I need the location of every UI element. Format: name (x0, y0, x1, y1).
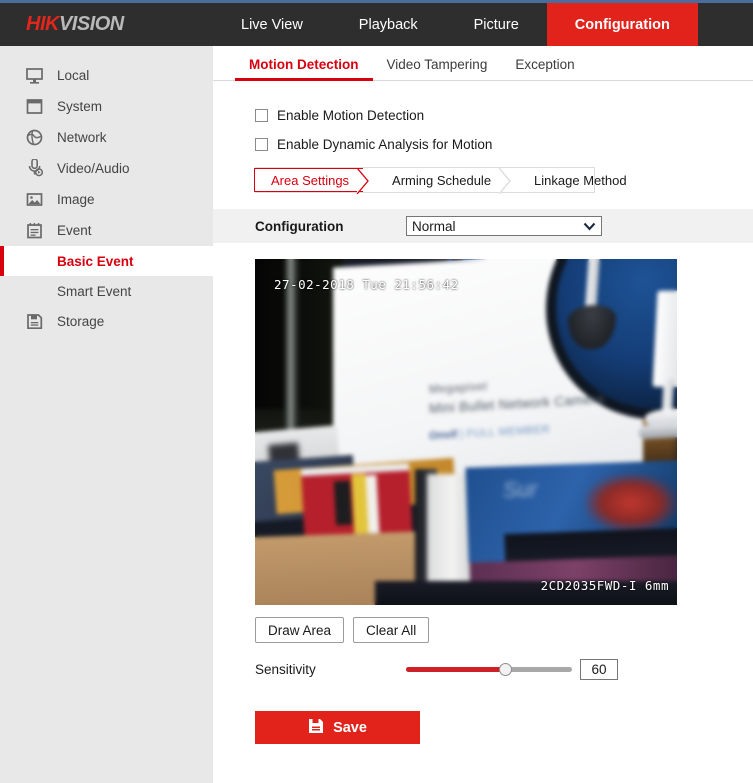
window-icon (24, 97, 44, 117)
save-button[interactable]: Save (255, 711, 420, 744)
chevron-separator-icon (505, 168, 518, 192)
nav-picture[interactable]: Picture (446, 3, 547, 46)
chevron-tab-arming-schedule[interactable]: Arming Schedule (376, 168, 505, 192)
tab-exception[interactable]: Exception (501, 57, 588, 80)
sub-tab-bar: Motion Detection Video Tampering Excepti… (213, 46, 753, 81)
sidebar-item-image[interactable]: Image (0, 184, 213, 215)
sensitivity-value-input[interactable]: 60 (580, 659, 618, 680)
logo-text-vision: VISION (59, 13, 124, 35)
floppy-disk-icon (308, 718, 324, 738)
video-osd-model: 2CD2035FWD-I 6mm (541, 578, 669, 593)
sidebar-item-event[interactable]: Event (0, 215, 213, 246)
sidebar-item-basic-event[interactable]: Basic Event (0, 246, 213, 276)
enable-dynamic-analysis-row[interactable]: Enable Dynamic Analysis for Motion (255, 130, 753, 159)
logo-text-hik: HIK (26, 13, 59, 35)
video-osd-timestamp: 27-02-2018 Tue 21:56:42 (274, 277, 459, 292)
sidebar-item-label: Network (57, 130, 107, 145)
configuration-row: Configuration Normal (213, 209, 753, 243)
save-button-label: Save (333, 720, 367, 736)
app-header: HIKVISION Live View Playback Picture Con… (0, 3, 753, 46)
chevron-tab-label: Arming Schedule (392, 173, 491, 188)
chevron-separator-icon (363, 168, 376, 192)
configuration-label: Configuration (255, 219, 406, 234)
enable-dynamic-analysis-label: Enable Dynamic Analysis for Motion (277, 137, 492, 152)
header-spacer (698, 3, 753, 46)
sensitivity-label: Sensitivity (255, 662, 406, 677)
sidebar-item-local[interactable]: Local (0, 60, 213, 91)
chevron-tab-area-settings[interactable]: Area Settings (254, 168, 363, 192)
video-blur-overlay (255, 259, 677, 605)
globe-icon (24, 128, 44, 148)
sidebar-item-label: Local (57, 68, 89, 83)
sidebar-item-label: System (57, 99, 102, 114)
picture-icon (24, 190, 44, 210)
sidebar-item-smart-event[interactable]: Smart Event (0, 276, 213, 306)
enable-motion-detection-row[interactable]: Enable Motion Detection (255, 101, 753, 130)
sidebar: Local System Network Video/Audio Image (0, 46, 213, 783)
chevron-down-icon (583, 219, 596, 234)
chevron-tab-linkage-method[interactable]: Linkage Method (518, 168, 641, 192)
sidebar-item-label: Storage (57, 314, 104, 329)
brand-logo[interactable]: HIKVISION (0, 3, 213, 46)
sidebar-item-label: Event (57, 223, 92, 238)
main-navigation: Live View Playback Picture Configuration (213, 3, 698, 46)
slider-handle[interactable] (499, 663, 512, 676)
configuration-selected-value: Normal (412, 219, 456, 234)
video-preview[interactable]: Megapixel Mini Bullet Network Camera Onv… (255, 259, 677, 605)
sidebar-item-label: Image (57, 192, 95, 207)
configuration-select[interactable]: Normal (406, 216, 602, 236)
form-area: Enable Motion Detection Enable Dynamic A… (213, 81, 753, 744)
sidebar-item-storage[interactable]: Storage (0, 306, 213, 337)
draw-area-button[interactable]: Draw Area (255, 617, 344, 643)
chevron-tab-label: Area Settings (271, 173, 349, 188)
enable-dynamic-analysis-checkbox[interactable] (255, 138, 268, 151)
sidebar-sub-label: Smart Event (57, 284, 131, 299)
sensitivity-row: Sensitivity 60 (255, 657, 753, 681)
tab-video-tampering[interactable]: Video Tampering (373, 57, 502, 80)
nav-live-view[interactable]: Live View (213, 3, 331, 46)
nav-configuration[interactable]: Configuration (547, 3, 698, 46)
enable-motion-detection-label: Enable Motion Detection (277, 108, 424, 123)
content-panel: Motion Detection Video Tampering Excepti… (213, 46, 753, 783)
nav-playback[interactable]: Playback (331, 3, 446, 46)
microphone-icon (24, 159, 44, 179)
monitor-icon (24, 66, 44, 86)
sidebar-item-label: Video/Audio (57, 161, 130, 176)
sensitivity-slider[interactable] (406, 659, 572, 679)
area-action-buttons: Draw Area Clear All (255, 617, 753, 643)
chevron-tab-label: Linkage Method (534, 173, 627, 188)
sidebar-item-video-audio[interactable]: Video/Audio (0, 153, 213, 184)
sidebar-sub-label: Basic Event (57, 254, 134, 269)
sidebar-item-network[interactable]: Network (0, 122, 213, 153)
slider-fill (406, 667, 506, 672)
tab-motion-detection[interactable]: Motion Detection (235, 57, 373, 80)
enable-motion-detection-checkbox[interactable] (255, 109, 268, 122)
page-body: Local System Network Video/Audio Image (0, 46, 753, 783)
save-disk-icon (24, 312, 44, 332)
sidebar-item-system[interactable]: System (0, 91, 213, 122)
clear-all-button[interactable]: Clear All (353, 617, 429, 643)
calendar-icon (24, 221, 44, 241)
chevron-tab-strip: Area Settings Arming Schedule Linkage Me… (255, 167, 595, 193)
